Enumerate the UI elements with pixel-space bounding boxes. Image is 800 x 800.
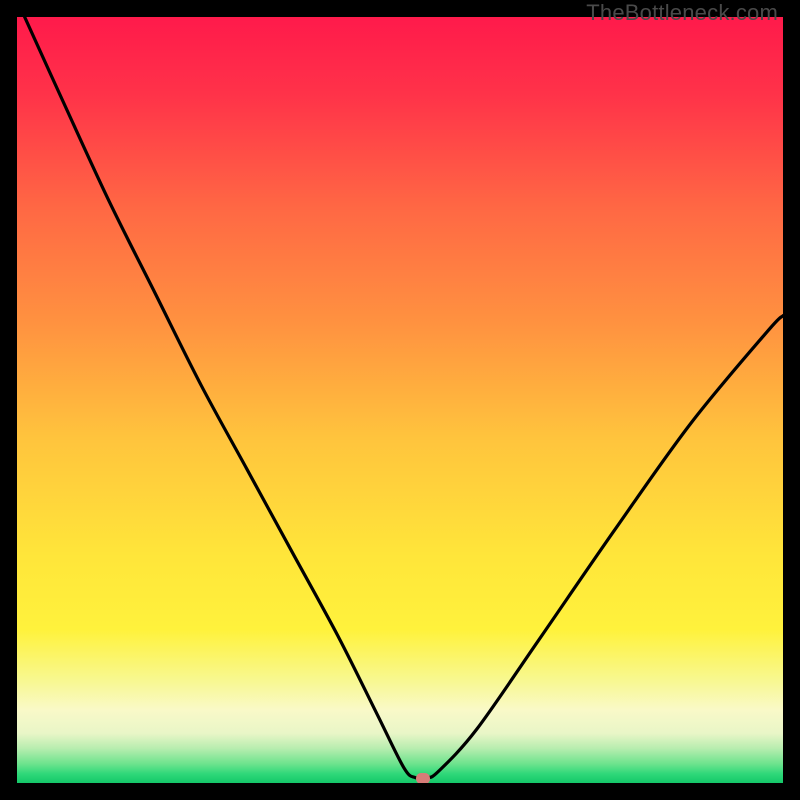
bottleneck-curve (17, 17, 783, 783)
optimum-marker (416, 773, 430, 783)
plot-area (17, 17, 783, 783)
watermark-text: TheBottleneck.com (586, 0, 778, 26)
